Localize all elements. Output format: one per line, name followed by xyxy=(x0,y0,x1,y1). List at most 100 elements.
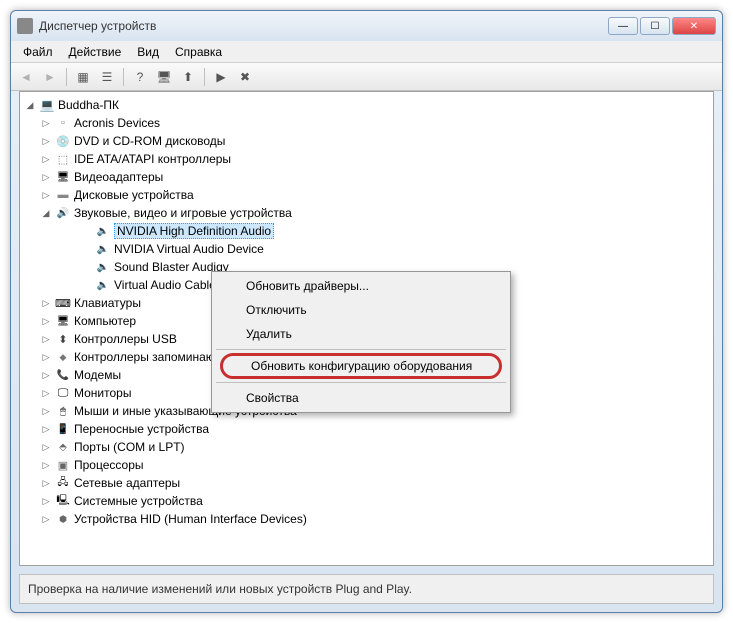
expander-icon[interactable]: ▷ xyxy=(40,172,52,183)
ctx-properties[interactable]: Свойства xyxy=(214,386,508,410)
menu-help[interactable]: Справка xyxy=(167,43,230,61)
expander-icon[interactable]: ▷ xyxy=(40,460,52,471)
device-icon xyxy=(95,259,111,275)
device-icon xyxy=(55,475,71,491)
expander-icon[interactable]: ◢ xyxy=(40,208,52,219)
tree-item[interactable]: ▷IDE ATA/ATAPI контроллеры xyxy=(20,150,713,168)
expander-icon[interactable]: ▷ xyxy=(40,190,52,201)
tree-item-label: Virtual Audio Cable xyxy=(114,278,216,292)
expander-icon[interactable]: ▷ xyxy=(40,424,52,435)
menu-view[interactable]: Вид xyxy=(129,43,167,61)
device-icon xyxy=(55,511,71,527)
tree-item-label: Процессоры xyxy=(74,458,144,472)
tree-item[interactable]: ▷ Устройства HID (Human Interface Devices… xyxy=(20,510,713,528)
device-icon xyxy=(55,385,71,401)
ctx-scan-hardware[interactable]: Обновить конфигурацию оборудования xyxy=(220,353,502,379)
help-button[interactable]: ? xyxy=(129,66,151,88)
expander-icon[interactable]: ▷ xyxy=(40,298,52,309)
tree-item-label: Звуковые, видео и игровые устройства xyxy=(74,206,292,220)
expander-icon[interactable]: ▷ xyxy=(40,316,52,327)
tree-item-label: Модемы xyxy=(74,368,121,382)
forward-button[interactable]: ► xyxy=(39,66,61,88)
update-driver-button[interactable]: ⬆ xyxy=(177,66,199,88)
device-icon xyxy=(55,205,71,221)
expander-icon[interactable]: ▷ xyxy=(40,478,52,489)
menu-action[interactable]: Действие xyxy=(61,43,130,61)
tree-item[interactable]: ▷Переносные устройства xyxy=(20,420,713,438)
tree-item-label: Порты (COM и LPT) xyxy=(74,440,185,454)
tree-item-label: Системные устройства xyxy=(74,494,203,508)
separator xyxy=(204,68,205,86)
back-button[interactable]: ◄ xyxy=(15,66,37,88)
show-all-button[interactable]: ▦ xyxy=(72,66,94,88)
tree-item-label: Устройства HID (Human Interface Devices) xyxy=(74,512,307,526)
expander-icon[interactable]: ▷ xyxy=(40,118,52,129)
tree-item[interactable]: ▷ Сетевые адаптеры xyxy=(20,474,713,492)
device-icon xyxy=(55,493,71,509)
statusbar: Проверка на наличие изменений или новых … xyxy=(19,574,714,604)
device-icon xyxy=(55,169,71,185)
tree-item[interactable]: ▷ Acronis Devices xyxy=(20,114,713,132)
uninstall-button[interactable]: ✖ xyxy=(234,66,256,88)
maximize-button[interactable]: ☐ xyxy=(640,17,670,35)
tree-item[interactable]: ▷ Процессоры xyxy=(20,456,713,474)
device-icon xyxy=(55,115,71,131)
tree-item-label: DVD и CD-ROM дисководы xyxy=(74,134,225,148)
tree-item[interactable]: NVIDIA Virtual Audio Device xyxy=(20,240,713,258)
tree-item-label: Дисковые устройства xyxy=(74,188,194,202)
tree-item[interactable]: ▷ Порты (COM и LPT) xyxy=(20,438,713,456)
device-icon xyxy=(55,187,71,203)
device-icon xyxy=(95,277,111,293)
expander-icon[interactable]: ▷ xyxy=(40,334,52,345)
tree-item-label: Acronis Devices xyxy=(74,116,160,130)
tree-item[interactable]: ◢ Звуковые, видео и игровые устройства xyxy=(20,204,713,222)
device-icon xyxy=(55,349,71,365)
device-icon xyxy=(95,223,111,239)
tree-item-label: Мониторы xyxy=(74,386,131,400)
expander-icon[interactable]: ▷ xyxy=(40,136,52,147)
device-icon xyxy=(55,133,71,149)
ctx-update-drivers[interactable]: Обновить драйверы... xyxy=(214,274,508,298)
titlebar[interactable]: Диспетчер устройств — ☐ ✕ xyxy=(11,11,722,41)
tree-item[interactable]: NVIDIA High Definition Audio xyxy=(20,222,713,240)
tree-item-label: Сетевые адаптеры xyxy=(74,476,180,490)
expander-icon[interactable]: ▷ xyxy=(40,514,52,525)
window-controls: — ☐ ✕ xyxy=(608,17,716,35)
expander-icon[interactable]: ▷ xyxy=(40,388,52,399)
device-icon xyxy=(55,313,71,329)
expander-icon[interactable]: ▷ xyxy=(40,352,52,363)
expander-icon[interactable]: ▷ xyxy=(40,442,52,453)
tree-item-label: Компьютер xyxy=(74,314,136,328)
enable-button[interactable]: ▶ xyxy=(210,66,232,88)
expander-icon[interactable]: ▷ xyxy=(40,496,52,507)
ctx-delete[interactable]: Удалить xyxy=(214,322,508,346)
menu-file[interactable]: Файл xyxy=(15,43,61,61)
menubar: Файл Действие Вид Справка xyxy=(11,41,722,63)
device-icon xyxy=(39,97,55,113)
tree-item-label: Buddha-ПК xyxy=(58,98,119,112)
separator xyxy=(216,382,506,383)
expander-icon[interactable]: ▷ xyxy=(40,154,52,165)
separator xyxy=(66,68,67,86)
device-icon xyxy=(55,295,71,311)
device-icon xyxy=(55,421,71,437)
properties-toolbar-button[interactable]: ☰ xyxy=(96,66,118,88)
tree-item-label: NVIDIA Virtual Audio Device xyxy=(114,242,264,256)
tree-item[interactable]: ◢ Buddha-ПК xyxy=(20,96,713,114)
minimize-button[interactable]: — xyxy=(608,17,638,35)
tree-item[interactable]: ▷ Системные устройства xyxy=(20,492,713,510)
expander-icon[interactable]: ▷ xyxy=(40,406,52,417)
tree-item[interactable]: ▷ Дисковые устройства xyxy=(20,186,713,204)
ctx-disable[interactable]: Отключить xyxy=(214,298,508,322)
tree-item[interactable]: ▷Видеоадаптеры xyxy=(20,168,713,186)
scan-hardware-button[interactable]: 🖥 xyxy=(153,66,175,88)
device-icon xyxy=(55,403,71,419)
tree-item[interactable]: ▷ DVD и CD-ROM дисководы xyxy=(20,132,713,150)
expander-icon[interactable]: ▷ xyxy=(40,370,52,381)
tree-item-label: Контроллеры USB xyxy=(74,332,177,346)
toolbar: ◄ ► ▦ ☰ ? 🖥 ⬆ ▶ ✖ xyxy=(11,63,722,91)
expander-icon[interactable]: ◢ xyxy=(24,100,36,111)
close-button[interactable]: ✕ xyxy=(672,17,716,35)
window-title: Диспетчер устройств xyxy=(39,19,608,33)
device-icon xyxy=(55,151,71,167)
